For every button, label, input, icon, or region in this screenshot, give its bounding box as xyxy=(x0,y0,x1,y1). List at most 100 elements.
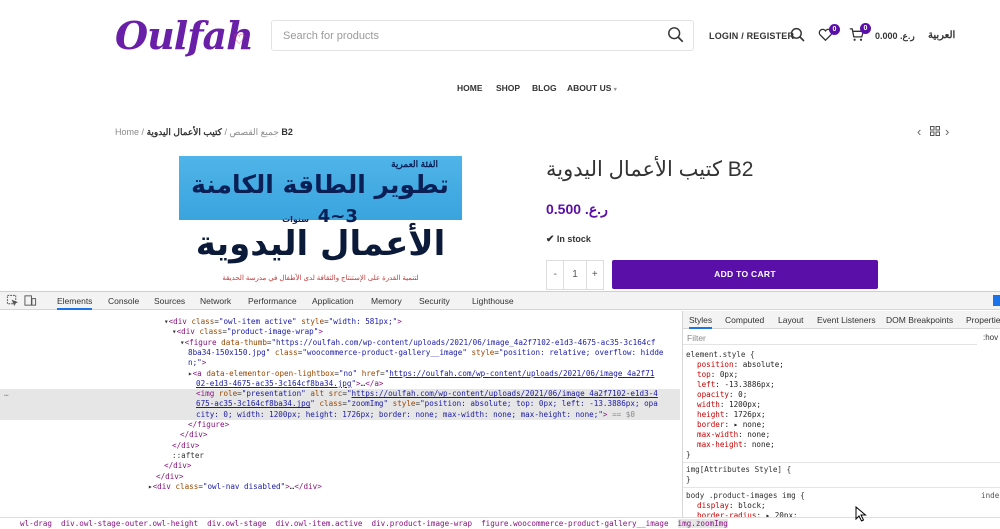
search-input[interactable] xyxy=(272,21,652,50)
wishlist-count-badge: 0 xyxy=(829,24,840,35)
dom-tree-line[interactable]: ▸<div class="owl-nav disabled">…</div> xyxy=(0,482,680,492)
tab-application[interactable]: Application xyxy=(312,296,354,306)
css-property[interactable]: left: -13.3886px; xyxy=(697,380,775,390)
css-property[interactable]: display: block; xyxy=(697,501,766,511)
chevron-left-icon[interactable]: ‹ xyxy=(917,124,921,139)
breadcrumb-sep: / xyxy=(141,127,145,137)
search-icon[interactable] xyxy=(667,26,685,44)
check-icon: ✔ xyxy=(546,234,555,245)
dom-tree-line[interactable]: <img role="presentation" alt src="https:… xyxy=(0,389,680,400)
tab-event-listeners[interactable]: Event Listeners xyxy=(817,315,876,325)
qty-plus-button[interactable]: + xyxy=(587,261,603,289)
css-property[interactable]: max-height: none; xyxy=(697,440,775,450)
css-property[interactable]: height: 1726px; xyxy=(697,410,766,420)
dom-tree-line[interactable]: city: 0; width: 1200px; height: 1726px; … xyxy=(0,409,680,420)
add-to-cart-button[interactable]: ADD TO CART xyxy=(612,260,878,289)
tab-styles[interactable]: Styles xyxy=(689,315,713,329)
dom-tree-line[interactable]: ▾<div class="product-image-wrap"> xyxy=(0,327,680,337)
nav-about-us[interactable]: ABOUT US ▾ xyxy=(567,83,617,93)
tab-lighthouse[interactable]: Lighthouse xyxy=(472,296,514,306)
tab-layout[interactable]: Layout xyxy=(778,315,804,325)
css-property[interactable]: border: ▸ none; xyxy=(697,420,766,430)
rule3-source-link[interactable]: inde xyxy=(981,491,999,501)
selected-node-dots: … xyxy=(4,389,9,399)
tab-performance[interactable]: Performance xyxy=(248,296,297,306)
language-switcher[interactable]: العربية xyxy=(928,30,955,41)
dom-tree-line[interactable]: </div> xyxy=(0,430,680,440)
nav-about-label: ABOUT US xyxy=(567,83,612,93)
product-image-age-label: الفئة العمرية xyxy=(391,159,438,170)
dom-tree-line[interactable]: 02-e1d3-4675-ac35-3c164cf8ba34.jpg">…</a… xyxy=(0,379,680,389)
dom-tree-line[interactable]: </figure> xyxy=(0,420,680,430)
age-label: الفئة العمرية xyxy=(391,159,438,169)
element-style-selector[interactable]: element.style { xyxy=(686,350,755,360)
inspect-element-icon[interactable] xyxy=(6,294,19,307)
dom-tree-line[interactable]: </div> xyxy=(0,461,680,471)
dom-tree-line[interactable]: ▸<a data-elementor-open-lightbox="no" hr… xyxy=(0,369,680,379)
dom-tree-line[interactable]: n;"> xyxy=(0,358,680,368)
dom-breadcrumb-item[interactable]: div.owl-stage xyxy=(207,519,266,528)
tab-dom-breakpoints[interactable]: DOM Breakpoints xyxy=(886,315,953,325)
tab-security[interactable]: Security xyxy=(419,296,450,306)
search-box xyxy=(271,20,694,51)
styles-filter-input[interactable]: Filter xyxy=(683,331,977,345)
qty-input[interactable]: 1 xyxy=(563,261,587,289)
css-property[interactable]: max-width: none; xyxy=(697,430,770,440)
tab-computed[interactable]: Computed xyxy=(725,315,764,325)
chevron-right-icon[interactable]: › xyxy=(945,124,949,139)
login-register-link[interactable]: LOGIN / REGISTER xyxy=(709,31,794,41)
dom-breadcrumb-item[interactable]: div.owl-item.active xyxy=(276,519,363,528)
dom-tree-line[interactable]: 8ba34-150x150.jpg" class="woocommerce-pr… xyxy=(0,348,680,358)
breadcrumb-home[interactable]: Home xyxy=(115,127,139,137)
settings-indicator[interactable] xyxy=(993,295,1000,306)
element-style-close: } xyxy=(686,450,691,459)
elements-dom-tree[interactable]: ▾<div class="owl-item active" style="wid… xyxy=(0,311,680,507)
dom-breadcrumb-item[interactable]: div.product-image-wrap xyxy=(371,519,472,528)
device-toolbar-icon[interactable] xyxy=(24,294,37,307)
product-title: كتيب الأعمال اليدوية B2 xyxy=(546,158,754,181)
tab-sources[interactable]: Sources xyxy=(154,296,185,306)
qty-minus-button[interactable]: - xyxy=(547,261,563,289)
dom-breadcrumb-item[interactable]: img.zoomImg xyxy=(677,519,728,528)
css-property[interactable]: width: 1200px; xyxy=(697,400,761,410)
styles-pane: Styles Computed Layout Event Listeners D… xyxy=(682,311,1000,517)
breadcrumb-category[interactable]: جميع القصص xyxy=(230,127,279,137)
devtools-tab-bar: Elements Console Sources Network Perform… xyxy=(0,292,1000,310)
dom-tree-line[interactable]: </div> xyxy=(0,472,680,482)
cart-total[interactable]: 0.000 .ر.ع xyxy=(875,31,915,42)
css-property[interactable]: opacity: 0; xyxy=(697,390,747,400)
dom-tree-line[interactable]: 675-ac35-3c164cf8ba34.jpg" class="zoomIm… xyxy=(0,399,680,410)
grid-icon[interactable] xyxy=(930,126,940,136)
css-property[interactable]: position: absolute; xyxy=(697,360,784,370)
years-label: سنوات xyxy=(282,215,310,224)
dom-breadcrumb-item[interactable]: wl-drag xyxy=(20,519,52,528)
dom-tree-line[interactable]: ::after xyxy=(0,451,680,461)
rule3-selector[interactable]: body .product-images img { xyxy=(686,491,805,501)
search-icon[interactable] xyxy=(790,27,806,43)
hov-toggle[interactable]: :hov xyxy=(983,333,998,342)
site-logo[interactable]: Oulfah ♡ xyxy=(115,12,265,64)
product-price: 0.500 .ر.ع xyxy=(546,201,608,217)
tab-network[interactable]: Network xyxy=(200,296,231,306)
devtools-panel: Elements Console Sources Network Perform… xyxy=(0,291,1000,529)
nav-blog[interactable]: BLOG xyxy=(532,83,557,93)
attr-rule-selector[interactable]: img[Attributes Style] { xyxy=(686,465,791,475)
breadcrumb: Home / جميع القصص / كتيب الأعمال اليدوية… xyxy=(115,127,293,138)
tab-elements[interactable]: Elements xyxy=(57,296,93,310)
nav-home[interactable]: HOME xyxy=(457,83,483,93)
mouse-cursor-icon xyxy=(855,506,867,522)
nav-shop[interactable]: SHOP xyxy=(496,83,520,93)
dom-breadcrumb-item[interactable]: div.owl-stage-outer.owl-height xyxy=(61,519,198,528)
heart-icon: ♡ xyxy=(233,32,246,48)
dom-tree-line[interactable]: </div> xyxy=(0,441,680,451)
tab-properties[interactable]: Properties xyxy=(966,315,1000,325)
dom-tree-line[interactable]: ▾<div class="owl-item active" style="wid… xyxy=(0,317,680,327)
product-image-footer: لتنمية القدرة على الإستنتاج والثقافة لدى… xyxy=(222,275,419,282)
dom-breadcrumb-item[interactable]: figure.woocommerce-product-gallery__imag… xyxy=(481,519,668,528)
dom-tree-line[interactable]: ▾<figure data-thumb="https://oulfah.com/… xyxy=(0,338,680,348)
breadcrumb-sep: / xyxy=(224,127,227,137)
product-image[interactable]: الفئة العمرية تطوير الطاقة الكامنة 3~4 س… xyxy=(179,156,462,291)
tab-memory[interactable]: Memory xyxy=(371,296,402,306)
tab-console[interactable]: Console xyxy=(108,296,139,306)
css-property[interactable]: top: 0px; xyxy=(697,370,738,380)
